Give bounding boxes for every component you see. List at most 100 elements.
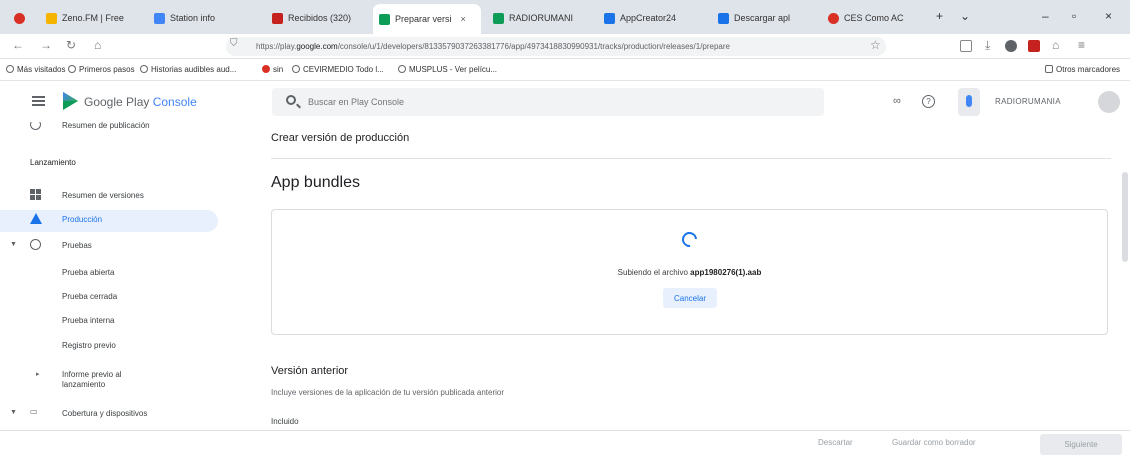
- chevron-down-icon: ▼: [10, 409, 17, 416]
- previous-version-description: Incluye versiones de la aplicación de tu…: [271, 388, 505, 397]
- sidebar-item-pruebas[interactable]: ▼ Pruebas: [0, 236, 240, 256]
- tab-station-info[interactable]: Station info: [148, 6, 244, 30]
- sidebar-item-registro-previo[interactable]: Registro previo: [0, 336, 240, 356]
- globe-icon: [68, 65, 76, 73]
- tab-zeno[interactable]: Zeno.FM | Free: [40, 6, 138, 30]
- globe-icon: [6, 65, 14, 73]
- reload-icon[interactable]: ↻: [66, 38, 76, 52]
- tab-radiorumania[interactable]: RADIORUMANI: [487, 6, 583, 30]
- folder-icon: [1045, 65, 1053, 73]
- account-icon[interactable]: ⌂: [1052, 38, 1059, 52]
- sidebar-item-prueba-cerrada[interactable]: Prueba cerrada: [0, 287, 240, 307]
- tab-appcreator[interactable]: AppCreator24: [598, 6, 698, 30]
- sidebar-item-prueba-interna[interactable]: Prueba interna: [0, 311, 240, 331]
- browser-tab-strip: Zeno.FM | Free Station info Recibidos (3…: [0, 0, 1130, 34]
- globe-icon: [292, 65, 300, 73]
- sync-icon: [30, 122, 41, 130]
- action-footer: Descartar Guardar como borrador Siguient…: [0, 430, 1130, 457]
- extension-icon[interactable]: [1005, 40, 1017, 52]
- bookmark-item[interactable]: MUSPLUS - Ver pelícu...: [398, 65, 497, 74]
- address-bar-row: ← → ↻ ⌂ https://play.google.com/console/…: [0, 34, 1130, 59]
- sidebar-item-informe-previo[interactable]: ▸ Informe previo al lanzamiento: [0, 365, 240, 391]
- tab-label: Zeno.FM | Free: [62, 13, 124, 23]
- divider: [271, 158, 1111, 159]
- bookmark-star-icon[interactable]: ☆: [870, 38, 881, 52]
- testing-icon: [30, 239, 41, 250]
- tab-favicon-icon: [46, 12, 57, 24]
- bookmark-item[interactable]: sin: [262, 65, 283, 74]
- sidebar-item-resumen-publicacion[interactable]: Resumen de publicación: [0, 122, 240, 136]
- avatar[interactable]: [1098, 91, 1120, 113]
- tab-ces[interactable]: CES Como AC: [822, 6, 922, 30]
- tab-list-icon[interactable]: ⌄: [960, 9, 970, 23]
- included-label: Incluido: [271, 417, 299, 426]
- back-icon[interactable]: ←: [12, 38, 24, 52]
- menu-icon[interactable]: ≡: [1078, 38, 1085, 52]
- url-path: /console/u/1/developers/8133579037263381…: [337, 42, 730, 51]
- upload-dropzone[interactable]: Subiendo el archivo app1980276(1).aab Ca…: [271, 209, 1108, 335]
- sidebar-section-lanzamiento: Lanzamiento: [30, 158, 76, 167]
- tab-label: Descargar apl: [734, 13, 791, 23]
- bookmark-item[interactable]: Historias audibles aud...: [140, 65, 236, 74]
- sidebar-item-produccion[interactable]: Producción: [0, 210, 218, 232]
- scrollbar[interactable]: [1122, 172, 1128, 262]
- tab-favicon-icon: [828, 12, 839, 24]
- home-icon[interactable]: ⌂: [94, 38, 101, 52]
- sidebar-item-resumen-versiones[interactable]: Resumen de versiones: [0, 186, 240, 206]
- tab-label: CES Como AC: [844, 13, 904, 23]
- brand-title[interactable]: Google Play Console: [84, 95, 197, 109]
- tab-favicon-icon: [493, 12, 504, 24]
- developer-mic-icon[interactable]: [958, 88, 980, 116]
- search-input[interactable]: [308, 88, 808, 116]
- next-button[interactable]: Siguiente: [1040, 434, 1122, 455]
- tab-gmail[interactable]: Recibidos (320): [266, 6, 362, 30]
- close-window-icon[interactable]: ×: [1105, 9, 1112, 23]
- save-draft-button[interactable]: Guardar como borrador: [892, 438, 976, 447]
- tab-favicon-icon: [604, 12, 615, 24]
- search-icon: [286, 95, 296, 105]
- sidebar-item-prueba-abierta[interactable]: Prueba abierta: [0, 263, 240, 283]
- sidebar: Resumen de publicación Lanzamiento Resum…: [0, 122, 240, 430]
- tab-label: Recibidos (320): [288, 13, 352, 23]
- tab-label: RADIORUMANI: [509, 13, 574, 23]
- tab-label: AppCreator24: [620, 13, 677, 23]
- bookmark-item[interactable]: CEVIRMEDIO Todo l...: [292, 65, 384, 74]
- tab-close-icon[interactable]: ×: [461, 14, 466, 24]
- chevron-down-icon: ▼: [10, 241, 17, 248]
- extension-red-icon[interactable]: [1028, 40, 1040, 52]
- tab-descargar[interactable]: Descargar apl: [712, 6, 810, 30]
- search-box[interactable]: [272, 88, 824, 116]
- pocket-icon[interactable]: [960, 40, 972, 52]
- url-domain: google.com: [296, 42, 338, 51]
- minimize-icon[interactable]: –: [1042, 9, 1049, 23]
- page-title: Crear versión de producción: [271, 132, 410, 144]
- developer-name[interactable]: RADIORUMANIA: [995, 97, 1061, 106]
- dashboard-icon: [30, 189, 41, 200]
- hamburger-menu-icon[interactable]: [32, 96, 45, 106]
- bookmark-item[interactable]: Más visitados: [6, 65, 65, 74]
- other-bookmarks[interactable]: Otros marcadores: [1045, 65, 1120, 74]
- discard-button[interactable]: Descartar: [818, 438, 853, 447]
- devices-icon: ▭: [30, 407, 38, 416]
- forward-icon[interactable]: →: [40, 38, 52, 52]
- globe-icon: [398, 65, 406, 73]
- loading-spinner-icon: [678, 228, 701, 251]
- google-play-logo-icon: [63, 92, 78, 110]
- sidebar-item-cobertura[interactable]: ▼ ▭ Cobertura y dispositivos: [0, 404, 240, 424]
- download-icon[interactable]: ⤓: [985, 38, 990, 53]
- browser-menu-icon[interactable]: [8, 6, 26, 30]
- main-content: Crear versión de producción App bundles …: [255, 122, 1130, 430]
- app-bundles-heading: App bundles: [271, 174, 360, 191]
- bookmark-item[interactable]: Primeros pasos: [68, 65, 135, 74]
- cancel-upload-button[interactable]: Cancelar: [663, 288, 717, 308]
- shield-icon[interactable]: ⛉: [230, 38, 238, 49]
- tab-play-console-active[interactable]: Preparar versi ×: [373, 4, 481, 34]
- link-icon[interactable]: ∞: [893, 95, 901, 107]
- new-tab-icon[interactable]: +: [936, 9, 943, 23]
- tab-favicon-icon: [154, 12, 165, 24]
- help-icon[interactable]: ?: [922, 95, 935, 108]
- maximize-icon[interactable]: ▫: [1072, 9, 1076, 23]
- tab-favicon-icon: [718, 12, 729, 24]
- url-field[interactable]: https://play.google.com/console/u/1/deve…: [226, 37, 886, 56]
- tab-favicon-icon: [379, 13, 390, 25]
